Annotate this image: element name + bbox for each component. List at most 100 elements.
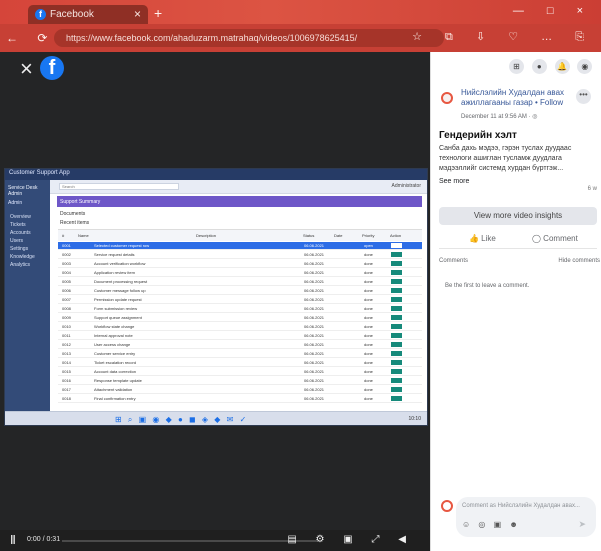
table-row[interactable]: 0004 Application review item 06.06.2021 don… [58,269,422,277]
table-cell-status: done [364,261,373,266]
table-cell-date: 06.06.2021 [304,279,325,284]
see-more-link[interactable]: See more [439,178,469,185]
table-cell-description: Final confirmation entry [94,396,136,401]
table-column-header: # [62,233,65,238]
table-cell-id: 0014 [62,360,71,365]
table-row[interactable]: 0008 Form submission review 06.06.2021 done [58,305,422,313]
inner-content: Search Administrator Support Summary Doc… [50,180,427,411]
post-date[interactable]: December 11 at 9:56 AM · ◎ [461,113,538,120]
table-cell-date: 06.06.2021 [304,333,325,338]
page-avatar[interactable] [441,92,453,104]
table-cell-status: done [364,360,373,365]
comment-button[interactable]: ◯ Comment [532,234,578,243]
comments-label: Comments [439,258,469,264]
close-viewer-icon[interactable]: × [20,56,33,82]
table-cell-id: 0013 [62,351,71,356]
table-cell-description: Response template update [94,378,142,383]
table-row[interactable]: 0005 Document processing request 06.06.202… [58,278,422,286]
row-status-chip [391,306,402,311]
new-tab-icon[interactable]: + [154,5,162,21]
url-field[interactable]: https://www.facebook.com/ahaduzarm.matra… [54,29,444,47]
table-cell-status: done [364,333,373,338]
video-insights-button[interactable]: View more video insights [439,207,597,225]
tab-close-icon[interactable]: × [134,7,141,21]
table-cell-description: Customer service entry [94,351,136,356]
table-row[interactable]: 0006 Customer message follow up 06.06.2021… [58,287,422,295]
taskbar-time: 10:10 [408,416,421,422]
table-row[interactable]: 0018 Final confirmation entry 06.06.2021 do… [58,395,422,403]
row-status-chip [391,396,402,401]
table-cell-description: Form submission review [94,306,138,311]
notifications-icon[interactable]: 🔔 [554,59,570,74]
menu-grid-icon[interactable]: ⊞ [509,59,524,74]
like-button[interactable]: 👍 Like [469,234,496,243]
post-author[interactable]: Нийслэлийн Худалдан авах ажиллагааны газ… [461,88,573,108]
comment-avatar [441,500,453,512]
table-row[interactable]: 0017 Attachment validation 06.06.2021 done [58,386,422,394]
inner-search-input: Search [59,183,179,190]
table-cell-date: 06.06.2021 [304,270,325,275]
inner-sidebar-item: Accounts [10,230,31,236]
table-cell-status: done [364,369,373,374]
inner-sidebar-item: Tickets [10,222,26,228]
video-controls: Ⅱ 0:00 / 0:31 ▤ ⚙ ▣ ⤢ ◀ [0,530,430,551]
table-cell-status: done [364,342,373,347]
post-more-button[interactable]: ••• [576,89,591,104]
inner-sidebar-item: Overview [10,214,31,220]
table-row[interactable]: 0015 Account data correction 06.06.2021 don… [58,368,422,376]
table-row[interactable]: 0012 User access change 06.06.2021 done [58,341,422,349]
table-column-header: Status [303,233,315,238]
pause-icon[interactable]: Ⅱ [10,533,16,547]
browser-toolbar-icons[interactable]: ☆ ⧉ ⇩ ♡ … ⎘ [412,30,594,44]
table-cell-date: 06.06.2021 [304,342,325,347]
table-cell-description: Ticket escalation record [94,360,137,365]
window-controls[interactable]: — □ × [513,5,593,17]
table-cell-date: 06.06.2021 [304,243,325,248]
table-cell-description: Document processing request [94,279,148,284]
messenger-icon[interactable]: ● [531,59,547,74]
inner-tab: Documents [60,211,86,217]
inner-purple-header: Support Summary [57,196,422,207]
navigation-icons[interactable]: ← ⟳ [6,31,55,45]
comment-input[interactable]: Comment as Нийслэлийн Худалдан авах... ☺… [456,497,596,537]
table-cell-id: 0011 [62,333,71,338]
inner-sidebar-item: Settings [10,246,29,252]
table-row[interactable]: 0016 Response template update 06.06.2021 do… [58,377,422,385]
table-row[interactable]: 0011 Internal approval note 06.06.2021 done [58,332,422,340]
row-status-chip [391,369,402,374]
comment-tool-icons[interactable]: ☺ ◎ ▣ ☻ [462,520,521,529]
empty-comments-message: Be the first to leave a comment. [445,283,530,289]
hide-comments-link[interactable]: Hide comments [558,258,600,264]
table-column-header: Date [334,233,343,238]
row-status-chip [391,297,402,302]
table-row[interactable]: 0003 Account verification workflow 06.06.2… [58,260,422,268]
video-progress-bar[interactable] [62,540,318,542]
table-cell-id: 0009 [62,315,71,320]
profile-icon[interactable]: ◉ [577,59,593,74]
facebook-logo-icon[interactable]: f [40,56,64,80]
send-comment-icon[interactable]: ➤ [578,519,586,530]
tab-title: Facebook [50,9,94,20]
inner-sidebar-item: Knowledge [10,254,35,260]
row-status-chip [391,333,402,338]
table-cell-id: 0002 [62,252,71,257]
table-row[interactable]: 0014 Ticket escalation record 06.06.2021 do… [58,359,422,367]
table-row[interactable]: 0009 Support queue assignment 06.06.2021 do… [58,314,422,322]
video-control-icons[interactable]: ▤ ⚙ ▣ ⤢ ◀ [287,534,414,545]
browser-tab[interactable]: f Facebook × [28,5,148,24]
table-cell-description: Account verification workflow [94,261,146,266]
table-row[interactable]: 0002 Service request details 06.06.2021 don… [58,251,422,259]
inner-table-header: # Name Description Status Date Priority … [58,230,422,241]
table-cell-status: done [364,378,373,383]
table-cell-date: 06.06.2021 [304,252,325,257]
table-row[interactable]: 0013 Customer service entry 06.06.2021 done [58,350,422,358]
inner-taskbar: ⊞ ⌕ ▣ ◉ ◆ ● ◼ ◈ ◆ ✉ ✓ 10:10 [5,411,427,425]
table-row[interactable]: 0010 Workflow state change 06.06.2021 done [58,323,422,331]
table-cell-description: Selected customer request row [94,243,150,248]
inner-filter: Recent items [60,220,90,226]
video-frame[interactable]: Customer Support App Service Desk Admin … [4,168,428,426]
row-status-chip [391,243,402,248]
inner-brand: Service Desk Admin [8,185,38,197]
table-row[interactable]: 0007 Permission update request 06.06.2021 d… [58,296,422,304]
table-row[interactable]: 0001 Selected customer request row 06.06.2… [58,242,422,250]
